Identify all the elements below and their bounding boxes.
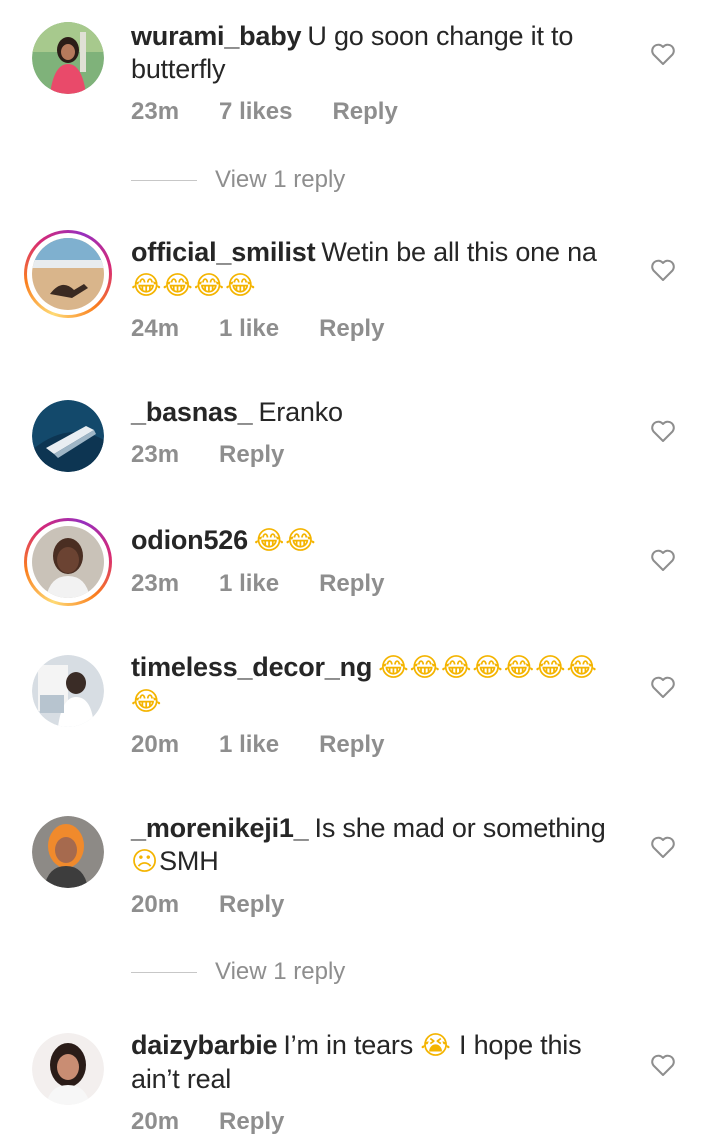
avatar[interactable] [32,22,104,94]
comment-timestamp: 20m [131,891,180,918]
avatar[interactable] [32,655,104,727]
comment-meta: 20m Reply [131,891,631,919]
comment-body: wurami_baby U go soon change it to butter… [131,20,631,126]
comment-body: _basnas_ Eranko 23m Reply [131,396,631,469]
comment-meta: 23m Reply [131,441,631,469]
comment-body: timeless_decor_ng 😂😂😂😂😂😂😂 😂 20m 1 like Re… [131,651,631,759]
comment-likes-count[interactable]: 7 likes [219,98,292,126]
comment-timestamp: 23m [131,570,180,597]
avatar[interactable] [32,816,104,888]
comment-timestamp: 23m [131,98,180,125]
comment-text: butterfly [131,54,226,84]
comment-username[interactable]: wurami_baby [131,21,302,51]
comment-body: _morenikeji1_ Is she mad or something ☹SM… [131,812,631,919]
comment-likes-count[interactable]: 1 like [219,570,279,598]
crying-emoji: 😭 [420,1031,452,1061]
heart-icon[interactable] [650,675,676,699]
avatar[interactable] [24,518,112,606]
comment-body: daizybarbie I’m in tears 😭 I hope this ai… [131,1029,631,1136]
comment-meta: 24m 1 like Reply [131,315,631,343]
comment-username[interactable]: odion526 [131,525,248,555]
view-replies-label: View 1 reply [215,958,346,985]
reply-button[interactable]: Reply [319,731,384,759]
comment-username[interactable]: _morenikeji1_ [131,813,309,843]
heart-icon[interactable] [650,1053,676,1077]
reply-button[interactable]: Reply [332,98,397,126]
avatar[interactable] [32,400,104,472]
comment-username[interactable]: timeless_decor_ng [131,652,372,682]
avatar-image [32,22,104,94]
avatar-image [32,526,104,598]
laughing-emoji: 😂😂😂😂😂😂😂 [378,653,598,683]
avatar-image [32,1033,104,1105]
avatar-image [32,816,104,888]
reply-button[interactable]: Reply [219,441,284,469]
heart-icon[interactable] [650,42,676,66]
comment-username[interactable]: official_smilist [131,237,316,267]
avatar[interactable] [24,230,112,318]
laughing-emoji: 😂😂😂😂 [131,271,257,301]
laughing-emoji: 😂 [131,687,163,717]
heart-icon[interactable] [650,548,676,572]
view-replies-link[interactable]: View 1 reply [131,166,345,194]
heart-icon[interactable] [650,835,676,859]
comment-meta: 23m 7 likes Reply [131,98,631,126]
reply-button[interactable]: Reply [319,315,384,343]
divider-line [131,971,197,973]
comment-text: Is she mad or something [314,813,606,843]
reply-button[interactable]: Reply [319,570,384,598]
comment-text: Wetin be all this one na [321,237,597,267]
comment-text: Eranko [258,397,343,427]
heart-icon[interactable] [650,419,676,443]
comment-timestamp: 23m [131,441,180,468]
comment-body: official_smilist Wetin be all this one na… [131,236,631,343]
laughing-emoji: 😂😂 [253,526,317,556]
comment-likes-count[interactable]: 1 like [219,731,279,759]
heart-icon[interactable] [650,258,676,282]
view-replies-link[interactable]: View 1 reply [131,958,345,986]
avatar-image [32,400,104,472]
comment-text: I’m in tears [283,1030,413,1060]
comment-text: SMH [159,846,219,876]
comment-timestamp: 24m [131,315,180,342]
comment-meta: 20m 1 like Reply [131,731,631,759]
comment-username[interactable]: _basnas_ [131,397,253,427]
reply-button[interactable]: Reply [219,891,284,919]
avatar-image [32,655,104,727]
comment-likes-count[interactable]: 1 like [219,315,279,343]
comment-username[interactable]: daizybarbie [131,1030,278,1060]
comment-meta: 23m 1 like Reply [131,570,631,598]
avatar-image [32,238,104,310]
view-replies-label: View 1 reply [215,166,346,193]
comment-body: odion526 😂😂 23m 1 like Reply [131,524,631,598]
comment-text: ain’t real [131,1064,232,1094]
avatar[interactable] [32,1033,104,1105]
comment-timestamp: 20m [131,731,180,758]
comment-text: I hope this [459,1030,582,1060]
frowning-emoji: ☹ [131,847,160,877]
comment-text: U go soon change it to [307,21,574,51]
divider-line [131,179,197,181]
